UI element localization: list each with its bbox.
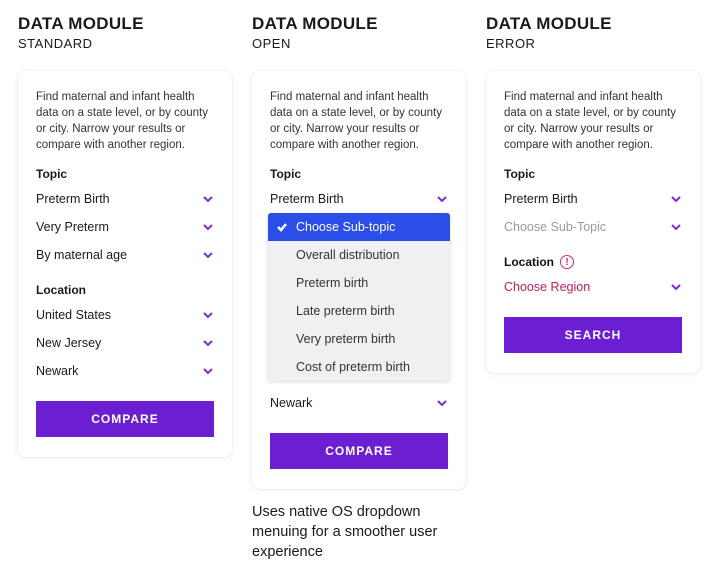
topic-value: Very Preterm [36,220,109,234]
dropdown-option-selected[interactable]: Choose Sub-topic [268,213,450,241]
topic-select-sub[interactable]: Very Preterm [36,213,214,241]
column-standard: DATA MODULE STANDARD Find maternal and i… [18,14,232,457]
location-value: Newark [36,364,78,378]
column-subtitle: STANDARD [18,36,232,51]
topic-value: Preterm Birth [504,192,578,206]
location-label: Location [36,283,214,297]
dropdown-option[interactable]: Late preterm birth [268,297,450,325]
card-description: Find maternal and infant health data on … [270,89,448,153]
topic-value: Preterm Birth [270,192,344,206]
chevron-down-icon [670,281,682,293]
column-subtitle: ERROR [486,36,700,51]
error-icon: ! [560,255,574,269]
data-module-card: Find maternal and infant health data on … [252,71,466,489]
dropdown-option-label: Choose Sub-topic [296,220,395,234]
topic-label: Topic [36,167,214,181]
topic-placeholder: Choose Sub-Topic [504,220,606,234]
chevron-down-icon [436,193,448,205]
topic-select-main[interactable]: Preterm Birth [504,185,682,213]
chevron-down-icon [202,365,214,377]
location-select-state[interactable]: New Jersey [36,329,214,357]
data-module-card: Find maternal and infant health data on … [18,71,232,457]
dropdown-option[interactable]: Overall distribution [268,241,450,269]
column-title: DATA MODULE [252,14,466,34]
location-label-text: Location [504,255,554,269]
location-select-city[interactable]: Newark [270,389,448,417]
column-title: DATA MODULE [486,14,700,34]
compare-button[interactable]: COMPARE [36,401,214,437]
topic-select-detail[interactable]: By maternal age [36,241,214,269]
location-value: Newark [270,396,312,410]
location-value: New Jersey [36,336,101,350]
footnote: Uses native OS dropdown menuing for a sm… [252,503,466,562]
location-select-country[interactable]: United States [36,301,214,329]
location-select-region[interactable]: Choose Region [504,273,682,301]
chevron-down-icon [670,193,682,205]
card-description: Find maternal and infant health data on … [36,89,214,153]
dropdown-option[interactable]: Preterm birth [268,269,450,297]
chevron-down-icon [436,397,448,409]
location-placeholder: Choose Region [504,280,590,294]
location-select-city[interactable]: Newark [36,357,214,385]
chevron-down-icon [202,193,214,205]
column-error: DATA MODULE ERROR Find maternal and infa… [486,14,700,373]
chevron-down-icon [670,221,682,233]
chevron-down-icon [202,221,214,233]
topic-value: Preterm Birth [36,192,110,206]
column-subtitle: OPEN [252,36,466,51]
column-title: DATA MODULE [18,14,232,34]
topic-select-main[interactable]: Preterm Birth [36,185,214,213]
dropdown-option[interactable]: Very preterm birth [268,325,450,353]
compare-button[interactable]: COMPARE [270,433,448,469]
column-open: DATA MODULE OPEN Find maternal and infan… [252,14,466,562]
columns-container: DATA MODULE STANDARD Find maternal and i… [18,14,692,562]
location-label-error: Location ! [504,255,682,269]
chevron-down-icon [202,249,214,261]
card-description: Find maternal and infant health data on … [504,89,682,153]
data-module-card: Find maternal and infant health data on … [486,71,700,373]
topic-select-sub[interactable]: Choose Sub-Topic [504,213,682,241]
chevron-down-icon [202,337,214,349]
search-button[interactable]: SEARCH [504,317,682,353]
subtopic-dropdown[interactable]: Choose Sub-topic Overall distribution Pr… [268,213,450,381]
location-value: United States [36,308,111,322]
topic-select-main[interactable]: Preterm Birth [270,185,448,213]
topic-label: Topic [504,167,682,181]
check-icon [276,221,288,233]
topic-value: By maternal age [36,248,127,262]
dropdown-option[interactable]: Cost of preterm birth [268,353,450,381]
chevron-down-icon [202,309,214,321]
topic-label: Topic [270,167,448,181]
